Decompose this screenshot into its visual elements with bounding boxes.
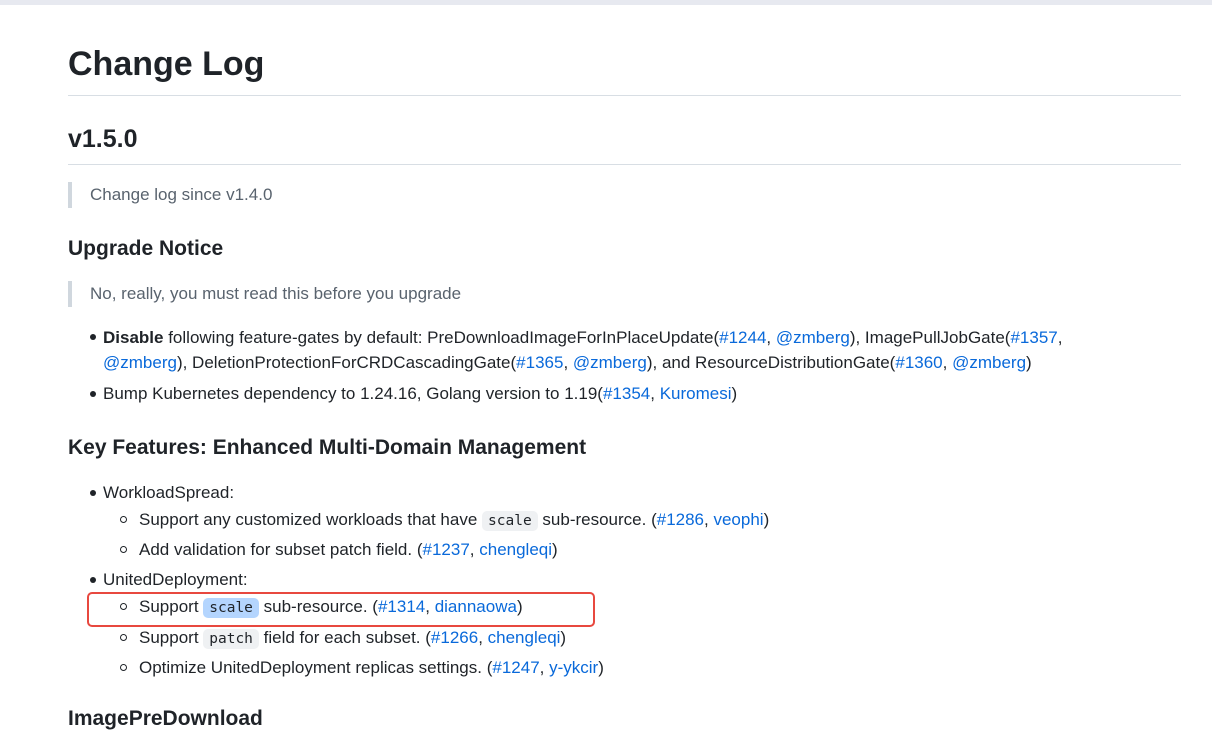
imagepredownload-heading: ImagePreDownload <box>68 707 263 730</box>
since-note-quote: Change log since v1.4.0 <box>68 182 272 208</box>
user-link-zmberg[interactable]: @zmberg <box>573 353 647 372</box>
since-note-text: Change log since v1.4.0 <box>90 185 273 204</box>
list-item-text: Optimize UnitedDeployment replicas setti… <box>139 658 493 677</box>
upgrade-note-quote: No, really, you must read this before yo… <box>68 281 461 307</box>
list-item-text: ) <box>763 510 770 529</box>
list-item-text: ), ImagePullJobGate( <box>849 328 1011 347</box>
user-link-zmberg[interactable]: @zmberg <box>103 353 177 372</box>
page-title: Change Log <box>68 45 265 83</box>
list-item-text: ), DeletionProtectionForCRDCascadingGate… <box>176 353 517 372</box>
issue-link-1244[interactable]: #1244 <box>719 328 766 347</box>
list-bullet <box>90 577 96 583</box>
issue-link-1286[interactable]: #1286 <box>657 510 704 529</box>
version-divider <box>68 164 1181 165</box>
list-bullet <box>90 334 96 340</box>
list-item-text: , <box>469 540 480 559</box>
key-features-heading: Key Features: Enhanced Multi-Domain Mana… <box>68 436 587 459</box>
uniteddeployment-label: UnitedDeployment: <box>103 570 248 589</box>
issue-link-1365[interactable]: #1365 <box>516 353 563 372</box>
sublist-bullet <box>120 634 127 641</box>
list-item-text: Support <box>139 628 204 647</box>
list-item-text: , <box>539 658 550 677</box>
list-item-text: , <box>1057 328 1063 347</box>
issue-link-1360[interactable]: #1360 <box>895 353 942 372</box>
sublist-bullet <box>120 664 127 671</box>
user-link-chengleqi[interactable]: chengleqi <box>479 540 552 559</box>
highlight-annotation-box <box>87 592 595 627</box>
user-link-veophi[interactable]: veophi <box>713 510 763 529</box>
upgrade-item-disable-line2: @zmberg), DeletionProtectionForCRDCascad… <box>103 350 1032 375</box>
list-item-text: , <box>478 628 488 647</box>
workloadspread-validation-item: Add validation for subset patch field. (… <box>139 537 558 562</box>
user-link-y-ykcir[interactable]: y-ykcir <box>549 658 598 677</box>
list-bullet <box>90 391 96 397</box>
user-link-kuromesi[interactable]: Kuromesi <box>660 384 732 403</box>
disable-bold-text: Disable <box>103 328 164 347</box>
list-item-text: Add validation for subset patch field. ( <box>139 540 423 559</box>
code-patch: patch <box>203 629 259 649</box>
list-item-text: sub-resource. ( <box>537 510 657 529</box>
list-item-text: , <box>563 353 573 372</box>
title-divider <box>68 95 1181 96</box>
list-item-text: , <box>766 328 776 347</box>
list-item-text: ) <box>1026 353 1032 372</box>
version-heading: v1.5.0 <box>68 125 138 153</box>
list-item-text: Support any customized workloads that ha… <box>139 510 483 529</box>
page: { "title": "Change Log", "version": "v1.… <box>0 0 1212 730</box>
list-item-text: ), and ResourceDistributionGate( <box>646 353 896 372</box>
upgrade-item-bump: Bump Kubernetes dependency to 1.24.16, G… <box>103 381 737 406</box>
top-border <box>0 0 1212 5</box>
list-item-text: ) <box>731 384 738 403</box>
user-link-chengleqi[interactable]: chengleqi <box>488 628 561 647</box>
issue-link-1237[interactable]: #1237 <box>423 540 470 559</box>
list-item-text: ) <box>598 658 604 677</box>
upgrade-item-disable-line1: Disable following feature-gates by defau… <box>103 325 1062 350</box>
uniteddeployment-patch-item: Support patch field for each subset. (#1… <box>139 625 566 652</box>
issue-link-1247[interactable]: #1247 <box>492 658 539 677</box>
user-link-zmberg[interactable]: @zmberg <box>776 328 850 347</box>
user-link-zmberg[interactable]: @zmberg <box>952 353 1026 372</box>
issue-link-1357[interactable]: #1357 <box>1010 328 1057 347</box>
list-item-text: ) <box>552 540 558 559</box>
list-item-text: ) <box>560 628 567 647</box>
upgrade-note-text: No, really, you must read this before yo… <box>90 284 462 303</box>
list-item-text: Bump Kubernetes dependency to 1.24.16, G… <box>103 384 603 403</box>
list-item-text: , <box>650 384 660 403</box>
list-item-text: field for each subset. ( <box>258 628 431 647</box>
sublist-bullet <box>120 546 127 553</box>
list-item-text: following feature-gates by default: PreD… <box>163 328 720 347</box>
uniteddeployment-replicas-item: Optimize UnitedDeployment replicas setti… <box>139 655 604 680</box>
list-item-text: , <box>942 353 953 372</box>
upgrade-notice-heading: Upgrade Notice <box>68 237 224 260</box>
issue-link-1354[interactable]: #1354 <box>603 384 650 403</box>
sublist-bullet <box>120 516 127 523</box>
workloadspread-scale-item: Support any customized workloads that ha… <box>139 507 769 534</box>
workloadspread-label: WorkloadSpread: <box>103 483 235 502</box>
issue-link-1266[interactable]: #1266 <box>431 628 478 647</box>
list-bullet <box>90 490 96 496</box>
code-scale: scale <box>482 511 538 531</box>
